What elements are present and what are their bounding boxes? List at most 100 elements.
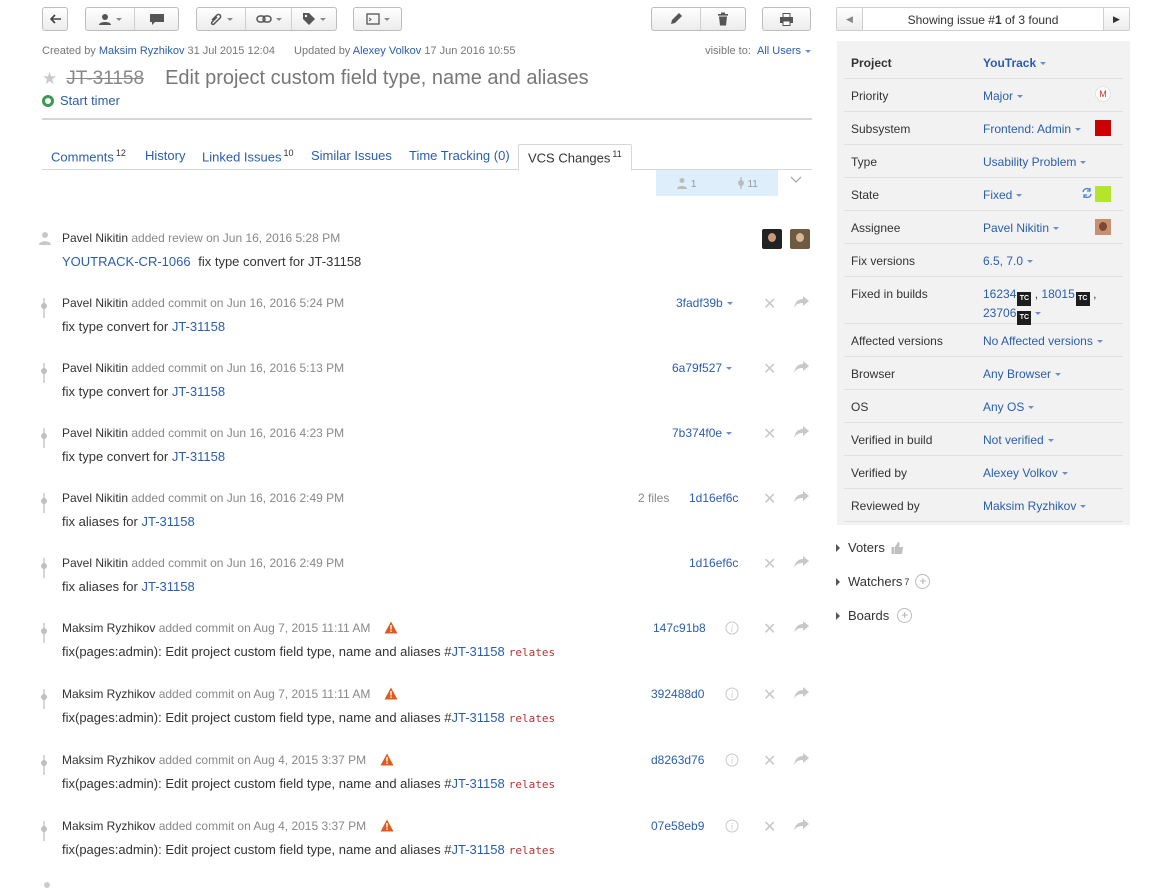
share-arrow-icon[interactable] (794, 556, 809, 568)
command-button[interactable] (353, 7, 402, 31)
updated-prefix: Updated by (294, 45, 351, 57)
tab-comments[interactable]: Comments 12 (42, 144, 135, 170)
field-value[interactable]: Major (983, 89, 1024, 103)
commit-hash-link[interactable]: 7b374f0e (672, 426, 733, 440)
share-arrow-icon[interactable] (794, 753, 809, 765)
commit-hash-link[interactable]: d8263d76 (651, 753, 704, 767)
add-watcher-plus-icon[interactable]: + (915, 574, 931, 589)
issue-link[interactable]: JT-31158 (451, 644, 504, 659)
tab-time-tracking[interactable]: Time Tracking (0) (400, 144, 519, 170)
close-icon[interactable]: ✕ (763, 619, 776, 639)
start-timer-button[interactable]: Start timer (42, 93, 120, 108)
share-arrow-icon[interactable] (794, 621, 809, 633)
link-issue-button[interactable] (245, 8, 291, 30)
watchers-section[interactable]: Watchers 7 + (836, 574, 931, 589)
share-arrow-icon[interactable] (794, 491, 809, 503)
field-value[interactable]: Usability Problem (983, 155, 1087, 169)
print-button[interactable] (762, 7, 811, 31)
field-value[interactable]: YouTrack (983, 56, 1047, 70)
tab-history[interactable]: History (136, 144, 194, 170)
tab-similar-issues[interactable]: Similar Issues (302, 144, 401, 170)
tab-linked-issues[interactable]: Linked Issues 10 (193, 144, 303, 170)
commit-hash-link[interactable]: 3fadf39b (676, 296, 733, 310)
field-value[interactable]: Any OS (983, 400, 1035, 414)
share-arrow-icon[interactable] (794, 361, 809, 373)
back-button[interactable] (42, 7, 68, 31)
teamcity-icon: TC (1075, 292, 1090, 306)
tab-vcs-changes[interactable]: VCS Changes 11 (518, 144, 632, 171)
field-value[interactable]: Maksim Ryzhikov (983, 499, 1087, 513)
comment-button[interactable] (134, 8, 178, 30)
close-icon[interactable]: ✕ (763, 489, 776, 509)
tag-button[interactable] (291, 8, 336, 30)
field-value[interactable]: 6.5, 7.0 (983, 254, 1034, 268)
issue-link[interactable]: JT-31158 (172, 384, 225, 399)
commit-hash-link[interactable]: 07e58eb9 (651, 819, 704, 833)
commit-hash-link[interactable]: 6a79f527 (672, 361, 733, 375)
visibility-value: All Users (756, 45, 801, 57)
field-value[interactable]: Pavel Nikitin (983, 221, 1060, 235)
close-icon[interactable]: ✕ (763, 817, 776, 837)
share-arrow-icon[interactable] (794, 819, 809, 831)
state-transition-icon[interactable] (1081, 187, 1093, 199)
commit-hash-link[interactable]: 1d16ef6c (689, 556, 738, 570)
share-arrow-icon[interactable] (794, 687, 809, 699)
printer-icon (780, 12, 793, 26)
updater-link[interactable]: Alexey Volkov (353, 45, 421, 57)
delete-button[interactable] (700, 8, 745, 30)
close-icon[interactable]: ✕ (763, 294, 776, 314)
issue-link[interactable]: JT-31158 (141, 514, 194, 529)
field-value[interactable]: No Affected versions (983, 334, 1103, 348)
issue-link[interactable]: JT-31158 (451, 842, 504, 857)
user-menu-button[interactable] (86, 8, 134, 30)
field-value[interactable]: Alexey Volkov (983, 466, 1068, 480)
commit-hash-link[interactable]: 147c91b8 (653, 621, 706, 635)
issue-link[interactable]: JT-31158 (172, 449, 225, 464)
field-name: Verified by (851, 466, 908, 480)
field-row: Project YouTrack (844, 46, 1123, 79)
issue-link[interactable]: JT-31158 (451, 776, 504, 791)
field-value[interactable]: Any Browser (983, 367, 1062, 381)
close-icon[interactable]: ✕ (763, 751, 776, 771)
add-board-plus-icon[interactable]: + (897, 608, 913, 623)
field-value[interactable]: Not verified (983, 433, 1054, 447)
files-count[interactable]: 2 files (638, 491, 669, 505)
issue-link[interactable]: JT-31158 (172, 319, 225, 334)
close-icon[interactable]: ✕ (763, 424, 776, 444)
svg-text:i: i (731, 756, 734, 766)
commit-hash-link[interactable]: 1d16ef6c (689, 491, 738, 505)
builds-value[interactable]: 16234 TC , 18015 TC , 23706 TC (983, 287, 1096, 325)
field-value[interactable]: Frontend: Admin (983, 122, 1082, 136)
close-icon[interactable]: ✕ (763, 359, 776, 379)
attach-button[interactable] (197, 8, 245, 30)
close-icon[interactable]: ✕ (763, 554, 776, 574)
star-icon[interactable]: ★ (42, 69, 57, 89)
boards-section[interactable]: Boards + (836, 608, 913, 623)
collapse-chevron-icon[interactable] (790, 176, 802, 184)
previous-issue-button[interactable]: ◀ (837, 8, 863, 30)
info-icon[interactable]: i (725, 819, 739, 833)
voters-section[interactable]: Voters (836, 540, 904, 555)
review-link[interactable]: YOUTRACK-CR-1066 (62, 254, 191, 269)
edit-button[interactable] (652, 8, 700, 30)
share-arrow-icon[interactable] (794, 296, 809, 308)
thumbs-up-icon[interactable] (891, 541, 904, 554)
next-issue-button[interactable]: ▶ (1103, 8, 1129, 30)
warning-icon (384, 621, 398, 634)
field-row: OS Any OS (844, 390, 1123, 423)
field-value[interactable]: Fixed (983, 188, 1023, 202)
field-row: Verified by Alexey Volkov (844, 456, 1123, 489)
issue-link[interactable]: JT-31158 (451, 710, 504, 725)
close-icon[interactable]: ✕ (763, 685, 776, 705)
info-icon[interactable]: i (725, 621, 739, 635)
issue-link[interactable]: JT-31158 (141, 579, 194, 594)
commit-message: fix type convert for JT-31158 (62, 449, 226, 464)
info-icon[interactable]: i (725, 687, 739, 701)
info-icon[interactable]: i (725, 753, 739, 767)
commit-hash-link[interactable]: 392488d0 (651, 687, 704, 701)
field-row: Type Usability Problem (844, 145, 1123, 178)
visibility-select[interactable]: All Users (757, 45, 811, 57)
creator-link[interactable]: Maksim Ryzhikov (99, 45, 185, 57)
commit-entry: Pavel Nikitin added commit on Jun 16, 20… (37, 296, 817, 341)
share-arrow-icon[interactable] (794, 426, 809, 438)
